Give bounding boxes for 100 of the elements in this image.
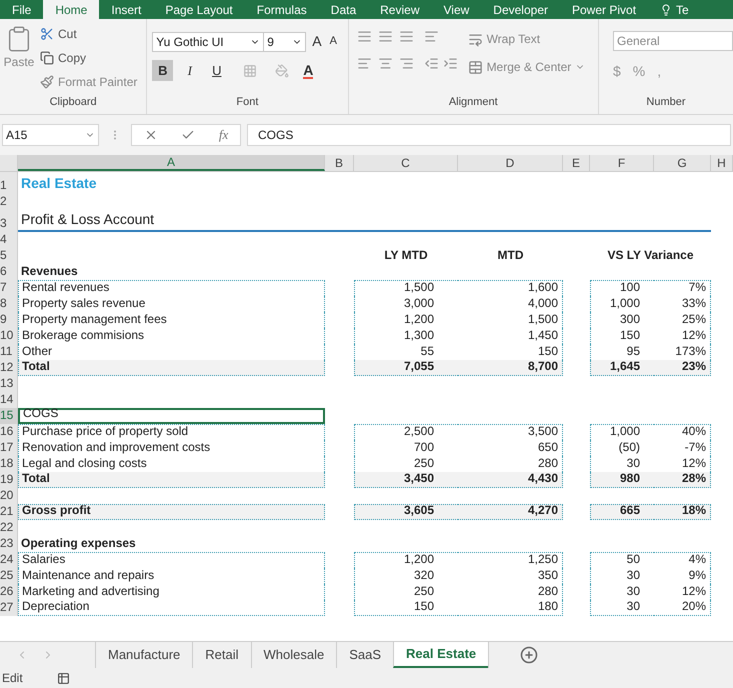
row-number[interactable]: 10 (0, 328, 18, 344)
copy-button[interactable]: Copy (40, 49, 138, 67)
align-center-icon[interactable] (378, 56, 393, 71)
cell-text: 1,645 (610, 358, 641, 375)
ribbon-tab[interactable]: Insert (99, 0, 154, 19)
font-name-field[interactable]: Yu Gothic UI (152, 32, 264, 52)
font-style-button[interactable]: I (179, 60, 200, 81)
column-header[interactable]: G (654, 155, 711, 171)
ribbon-tab[interactable]: Home (43, 0, 100, 19)
increase-indent-icon[interactable] (442, 56, 458, 71)
name-box[interactable]: A15 (2, 124, 99, 146)
align-right-icon[interactable] (398, 56, 414, 71)
fill-color-icon[interactable] (275, 64, 290, 78)
cell-text: 7% (688, 279, 707, 296)
cell-text: 173% (675, 343, 707, 360)
ribbon-tab[interactable]: Review (368, 0, 432, 19)
font-style-button[interactable]: U (206, 60, 228, 81)
row-number[interactable]: 7 (0, 280, 18, 296)
column-header[interactable]: C (354, 155, 458, 171)
cell-text: Total (22, 358, 50, 375)
ribbon-tab[interactable]: Power Pivot (560, 0, 648, 19)
row-number[interactable]: 27 (0, 600, 18, 616)
ribbon-tab[interactable]: Formulas (244, 0, 319, 19)
column-header[interactable]: A (18, 155, 325, 171)
row-number[interactable]: 9 (0, 312, 18, 328)
align-left-icon[interactable] (356, 56, 372, 71)
row-number[interactable]: 3 (0, 210, 18, 232)
row-number[interactable]: 20 (0, 488, 18, 504)
shrink-font-button[interactable]: A (330, 33, 337, 50)
row-number[interactable]: 23 (0, 536, 18, 552)
cell-text: 250 (414, 583, 435, 600)
cell-text: Revenues (21, 263, 78, 280)
cell-text: 25% (682, 311, 707, 328)
cell-text: Total (22, 470, 50, 487)
column-header[interactable]: F (590, 155, 654, 171)
column-header[interactable]: D (458, 155, 563, 171)
formula-field[interactable]: COGS (247, 124, 731, 146)
row-number[interactable]: 21 (0, 504, 18, 520)
grow-font-button[interactable]: A (312, 31, 322, 52)
sheet-tab[interactable]: Real Estate (393, 642, 488, 668)
cell-text: Gross profit (22, 502, 91, 519)
number-format-field[interactable]: General (612, 31, 733, 51)
row-number[interactable]: 24 (0, 552, 18, 568)
ribbon-tab[interactable]: View (432, 0, 482, 19)
cell-text: 30 (626, 598, 641, 615)
cell-text: 180 (538, 598, 559, 615)
column-header[interactable]: E (563, 155, 590, 171)
column-header[interactable]: B (325, 155, 354, 171)
cell-text: 1,000 (610, 295, 641, 312)
cell-text: 3,450 (404, 470, 435, 487)
row-number[interactable]: 5 (0, 248, 18, 264)
row-number[interactable]: 12 (0, 360, 18, 376)
middle-align-icon[interactable] (378, 29, 393, 44)
top-align-icon[interactable] (356, 29, 372, 44)
cut-button[interactable]: Cut (40, 25, 138, 43)
ribbon-tab[interactable]: Te (648, 0, 701, 19)
row-number[interactable]: 1 (0, 172, 18, 194)
row-number[interactable]: 2 (0, 194, 18, 210)
insert-function-button[interactable]: fx (218, 125, 228, 145)
row-number[interactable]: 18 (0, 456, 18, 472)
row-number[interactable]: 17 (0, 440, 18, 456)
row-number[interactable]: 15 (0, 408, 18, 424)
ribbon-tab[interactable]: Page Layout (153, 0, 245, 19)
bottom-align-icon[interactable] (398, 29, 414, 44)
cell-text: 1,250 (528, 551, 559, 568)
row-number[interactable]: 16 (0, 424, 18, 440)
ribbon-tab[interactable]: Data (318, 0, 368, 19)
row-number[interactable]: 22 (0, 520, 18, 536)
sheet-status-icon[interactable] (56, 672, 70, 684)
cell-text: 980 (620, 470, 641, 487)
cell-text: 280 (538, 583, 559, 600)
cell-text: Profit & Loss Account (21, 210, 154, 229)
font-style-button[interactable]: B (152, 60, 174, 81)
decrease-indent-icon[interactable] (424, 56, 439, 71)
row-number[interactable]: 11 (0, 344, 18, 360)
cell-text: 3,500 (528, 423, 559, 440)
column-header[interactable]: H (711, 155, 733, 171)
font-size-field[interactable]: 9 (264, 32, 306, 52)
row-number[interactable]: 13 (0, 376, 18, 392)
row-number[interactable]: 19 (0, 472, 18, 488)
cell-text: Other (22, 343, 52, 360)
add-sheet-icon[interactable] (520, 646, 538, 664)
row-number[interactable]: 26 (0, 584, 18, 600)
cell-text: Property management fees (22, 311, 167, 328)
font-color-button[interactable]: A (303, 62, 314, 78)
ribbon-group-label: Alignment (448, 94, 498, 110)
ribbon-tab[interactable]: File (0, 0, 44, 19)
borders-icon[interactable] (243, 64, 258, 78)
row-number[interactable]: 4 (0, 232, 18, 248)
cell-text: 4,000 (528, 295, 559, 312)
cell-text: 350 (538, 567, 559, 584)
cell-text: 30 (626, 567, 641, 584)
row-number[interactable]: 14 (0, 392, 18, 408)
row-number[interactable]: 8 (0, 296, 18, 312)
row-number[interactable]: 25 (0, 568, 18, 584)
ribbon-group-label: Number (646, 94, 686, 110)
cell-text: 1,200 (404, 551, 435, 568)
cell-text: Salaries (22, 551, 66, 568)
row-number[interactable]: 6 (0, 264, 18, 280)
ribbon-tab[interactable]: Developer (481, 0, 560, 19)
